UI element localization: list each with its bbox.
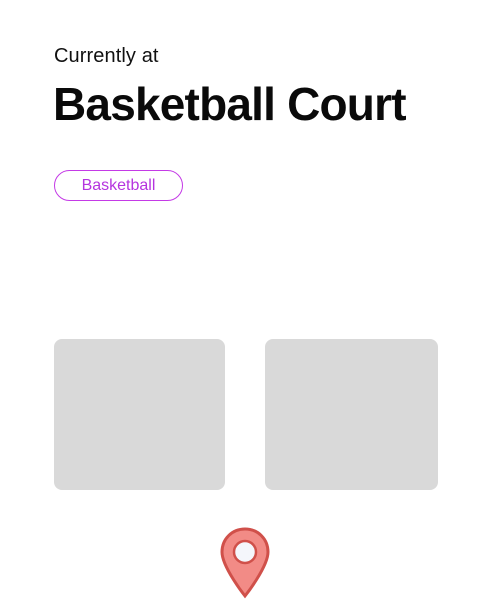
photo-card-right[interactable] [265,339,438,490]
location-screen: Currently at Basketball Court Basketball [0,0,490,599]
map-pin-icon[interactable] [220,527,270,599]
location-title: Basketball Court [53,78,407,130]
currently-at-label: Currently at [54,45,159,67]
tag-label: Basketball [81,176,156,194]
basketball-tag[interactable]: Basketball [54,170,183,201]
photo-card-left[interactable] [54,339,225,490]
